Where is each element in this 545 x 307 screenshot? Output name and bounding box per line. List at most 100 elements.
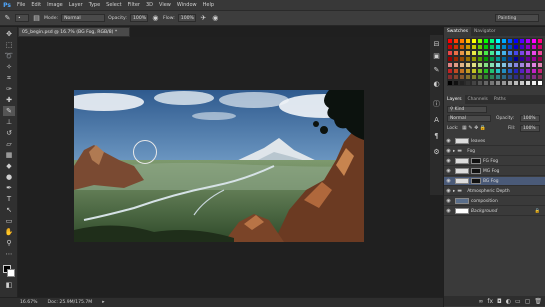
menu-edit[interactable]: Edit [28,2,44,8]
layer-mask-thumbnail[interactable] [471,158,481,164]
layer-mask-thumbnail[interactable] [471,168,481,174]
shape-tool-icon[interactable]: ▭ [3,216,15,226]
lock-icons[interactable]: ▦ ✎ ✥ 🔒 [462,125,486,131]
flow-field[interactable]: 100% [177,14,196,22]
layer-blend-mode-select[interactable]: Normal [447,115,491,122]
workspace-select[interactable]: Painting [495,14,539,22]
visibility-eye-icon[interactable]: ◉ [444,168,453,174]
tab-layers[interactable]: Layers [444,95,465,104]
visibility-eye-icon[interactable]: ◉ [444,178,453,184]
move-tool-icon[interactable]: ✥ [3,29,15,39]
quick-select-tool-icon[interactable]: ✧ [3,62,15,72]
brush-panel-icon[interactable]: ▤ [32,14,41,23]
pen-tool-icon[interactable]: ✒ [3,183,15,193]
layers-panel-tabs: Layers Channels Paths [444,95,545,104]
path-select-tool-icon[interactable]: ↖ [3,205,15,215]
marquee-tool-icon[interactable]: ⬚ [3,40,15,50]
app-logo: Ps [3,1,11,9]
crop-tool-icon[interactable]: ⌗ [3,73,15,83]
layer-name: composition [471,198,498,204]
eyedropper-tool-icon[interactable]: ✑ [3,84,15,94]
zoom-tool-icon[interactable]: ⚲ [3,238,15,248]
link-layers-icon[interactable]: ∞ [478,298,483,305]
edit-toolbar-icon[interactable]: ⋯ [3,249,15,259]
visibility-eye-icon[interactable]: ◉ [444,148,453,154]
menu-layer[interactable]: Layer [66,2,86,8]
zoom-level[interactable]: 16.67% [20,300,38,305]
menu-image[interactable]: Image [44,2,66,8]
group-expand-icon[interactable]: ▸ [453,149,455,154]
pressure-size-icon[interactable]: ◉ [211,14,220,23]
layer-row[interactable]: ◉ ▸ ▬ Atmospheric Depth [444,187,545,196]
status-arrow-icon[interactable]: ▸ [102,300,104,305]
new-group-icon[interactable]: ▭ [515,298,521,305]
layer-row[interactable]: ◉ MG Fog [444,167,545,176]
right-panel-dock: Swatches Navigator Layers Channels Paths… [443,27,545,307]
document-tab[interactable]: 05_begin.psd @ 16.7% (BG Fog, RGB/8) * [18,27,130,37]
blur-tool-icon[interactable]: ◆ [3,161,15,171]
history-brush-tool-icon[interactable]: ↺ [3,128,15,138]
brush-tool-icon[interactable]: ✎ [3,106,15,116]
opacity-field[interactable]: 100% [129,14,148,22]
swatches-grid[interactable] [447,38,543,88]
tab-channels[interactable]: Channels [465,95,491,104]
tab-navigator[interactable]: Navigator [471,27,498,36]
layer-row[interactable]: ◉ ▸ ▬ Fog [444,147,545,156]
layer-row[interactable]: ◉ Background 🔒 [444,207,545,216]
brush-tool-icon[interactable]: ✎ [3,14,12,23]
paragraph-panel-icon[interactable]: ¶ [432,131,441,140]
color-swatch[interactable] [537,80,543,86]
quick-mask-icon[interactable]: ◧ [3,280,15,290]
adjustments-panel-icon[interactable]: ◐ [432,79,441,88]
layer-style-icon[interactable]: fx [487,298,493,305]
background-color-swatch[interactable] [7,269,15,277]
menu-filter[interactable]: Filter [125,2,143,8]
layer-kind-filter[interactable]: ⚲ Kind [447,106,487,113]
hand-tool-icon[interactable]: ✋ [3,227,15,237]
layer-opacity-field[interactable]: 100% [520,115,540,122]
layer-row[interactable]: ◉ FG Fog [444,157,545,166]
history-panel-icon[interactable]: ⊟ [432,39,441,48]
visibility-eye-icon[interactable]: ◉ [444,198,453,204]
tab-swatches[interactable]: Swatches [444,27,471,36]
character-panel-icon[interactable]: A [432,115,441,124]
menu-3d[interactable]: 3D [143,2,156,8]
visibility-eye-icon[interactable]: ◉ [444,158,453,164]
lasso-tool-icon[interactable]: ➰ [3,51,15,61]
menu-select[interactable]: Select [103,2,124,8]
menu-window[interactable]: Window [174,2,200,8]
menu-file[interactable]: File [14,2,28,8]
layer-row[interactable]: ◉ leaves [444,137,545,146]
visibility-eye-icon[interactable]: ◉ [444,188,453,194]
dodge-tool-icon[interactable]: ● [3,172,15,182]
gradient-tool-icon[interactable]: ▦ [3,150,15,160]
brush-presets-icon[interactable]: ✎ [432,65,441,74]
tab-paths[interactable]: Paths [491,95,509,104]
layer-row[interactable]: ◉ composition [444,197,545,206]
menu-view[interactable]: View [156,2,174,8]
visibility-eye-icon[interactable]: ◉ [444,138,453,144]
menu-help[interactable]: Help [200,2,217,8]
pressure-opacity-icon[interactable]: ◉ [151,14,160,23]
visibility-eye-icon[interactable]: ◉ [444,208,453,214]
type-tool-icon[interactable]: T [3,194,15,204]
adjustment-layer-icon[interactable]: ◐ [506,298,511,305]
document-canvas[interactable] [74,90,364,242]
brush-size-picker[interactable]: • [15,14,29,22]
airbrush-icon[interactable]: ✈ [199,14,208,23]
info-panel-icon[interactable]: ⓘ [432,99,441,108]
properties-panel-icon[interactable]: ▣ [432,51,441,60]
add-mask-icon[interactable]: ◘ [497,298,502,305]
layer-mask-thumbnail[interactable] [471,178,481,184]
eraser-tool-icon[interactable]: ▱ [3,139,15,149]
trash-icon[interactable]: 🗑 [534,298,542,305]
layer-row[interactable]: ◉ BG Fog [444,177,545,186]
new-layer-icon[interactable]: ▢ [525,298,531,305]
mode-select[interactable]: Normal [61,14,106,22]
healing-brush-tool-icon[interactable]: ✚ [3,95,15,105]
clone-stamp-tool-icon[interactable]: ⊥ [3,117,15,127]
tool-presets-icon[interactable]: ⚙ [432,147,441,156]
layer-fill-field[interactable]: 100% [520,125,540,132]
group-expand-icon[interactable]: ▸ [453,189,455,194]
menu-type[interactable]: Type [86,2,103,8]
